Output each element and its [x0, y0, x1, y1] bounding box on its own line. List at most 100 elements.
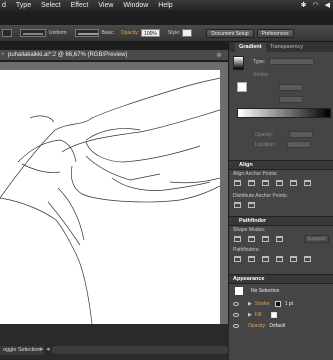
expand-triangle-icon[interactable]: ▶: [248, 301, 252, 307]
document-close-icon[interactable]: ⊗: [216, 51, 222, 59]
selection-thumbnail: [235, 287, 243, 295]
divide-icon[interactable]: [234, 256, 241, 262]
appearance-opacity-value: Default: [269, 322, 286, 329]
distribute-horizontal-icon[interactable]: [234, 202, 241, 208]
document-tab[interactable]: × puhallakaikki.ai*:2 @ 66,67% (RGB/Prev…: [0, 50, 228, 61]
appearance-stroke-row[interactable]: ▶ Stroke: 1 pt: [229, 298, 333, 309]
gradient-panel-tabs: Gradient Transparency: [229, 42, 333, 52]
distribute-anchor-points-label: Distribute Anchor Points:: [233, 193, 288, 199]
appearance-selection-row: No Selection: [229, 284, 333, 298]
selection-tool-status[interactable]: oggle Selection: [0, 346, 44, 355]
pathfinder-panel-title: Pathfinder: [239, 218, 267, 224]
brush-dropdown[interactable]: [74, 29, 99, 37]
style-swatch[interactable]: [182, 29, 193, 37]
gradient-type-label: Type:: [253, 58, 266, 65]
fill-stroke-swatch[interactable]: [237, 82, 247, 92]
align-panel-header[interactable]: Align: [229, 160, 333, 170]
menu-bar: d Type Select Effect View Window Help ✱ …: [0, 0, 333, 11]
canvas-area[interactable]: [0, 62, 228, 324]
menu-effect[interactable]: Effect: [71, 2, 89, 9]
brush-label[interactable]: Basic: [102, 30, 114, 36]
fill-none-swatch[interactable]: [270, 311, 277, 318]
stroke-color-swatch[interactable]: [274, 300, 281, 307]
align-top-icon[interactable]: [276, 180, 283, 186]
artboard[interactable]: [0, 70, 220, 324]
gradient-angle-field[interactable]: [279, 84, 303, 91]
bluetooth-icon[interactable]: ✱: [301, 1, 307, 9]
appearance-fill-row[interactable]: ▶ Fill:: [229, 309, 333, 320]
volume-icon[interactable]: ◀: [325, 1, 330, 9]
menu-edit[interactable]: d: [2, 2, 6, 9]
exclude-icon[interactable]: [276, 236, 283, 242]
visibility-eye-icon[interactable]: [233, 301, 239, 306]
distribute-vertical-icon[interactable]: [248, 202, 255, 208]
trim-icon[interactable]: [248, 256, 255, 262]
menu-view[interactable]: View: [98, 2, 113, 9]
tab-gradient[interactable]: Gradient: [235, 43, 266, 52]
menu-window[interactable]: Window: [123, 2, 148, 9]
merge-icon[interactable]: [262, 256, 269, 262]
horizontal-scrollbar[interactable]: [52, 346, 228, 354]
wifi-icon[interactable]: ◠: [313, 1, 319, 9]
variable-width-dropdown[interactable]: [20, 29, 46, 37]
scroll-left-icon[interactable]: ◂: [46, 345, 50, 353]
appearance-fill-label[interactable]: Fill:: [255, 312, 263, 318]
close-tab-icon[interactable]: ×: [1, 52, 5, 58]
align-icons-row: [234, 178, 333, 188]
unite-icon[interactable]: [234, 236, 241, 242]
document-tab-title[interactable]: puhallakaikki.ai*:2 @ 66,67% (RGB/Previe…: [8, 52, 127, 58]
tab-transparency[interactable]: Transparency: [266, 43, 307, 52]
align-panel-title: Align: [239, 162, 253, 168]
brush-line-icon: [77, 33, 98, 35]
pathfinder-panel-header[interactable]: Pathfinder: [229, 216, 333, 226]
align-right-icon[interactable]: [262, 180, 269, 186]
menu-type[interactable]: Type: [16, 2, 31, 9]
align-bottom-icon[interactable]: [304, 180, 311, 186]
stroke-weight-field[interactable]: [2, 29, 12, 37]
status-arrow-icon[interactable]: ▸: [40, 345, 44, 353]
gradient-type-dropdown[interactable]: [269, 58, 315, 65]
appearance-panel-header[interactable]: Appearance: [229, 274, 333, 284]
appearance-panel-title: Appearance: [233, 276, 265, 282]
expand-triangle-icon[interactable]: ▶: [248, 312, 252, 318]
gradient-thumbnail[interactable]: [233, 56, 244, 70]
minus-front-icon[interactable]: [248, 236, 255, 242]
pathfinders-label: Pathfinders:: [233, 247, 260, 253]
opacity-field[interactable]: 100%: [141, 29, 160, 37]
gradient-opacity-field[interactable]: [289, 131, 314, 138]
appearance-opacity-row[interactable]: Opacity: Default: [229, 320, 333, 331]
pathfinders-row: [234, 254, 333, 264]
align-center-icon[interactable]: [248, 180, 255, 186]
right-panel-dock: Gradient Transparency Type: Stroke: Opac…: [229, 42, 333, 360]
distribute-icons-row: [234, 200, 333, 210]
crop-icon[interactable]: [276, 256, 283, 262]
align-left-icon[interactable]: [234, 180, 241, 186]
gradient-aspect-field[interactable]: [279, 96, 303, 103]
stroke-weight-value[interactable]: 1 pt: [285, 301, 293, 307]
gradient-stroke-label: Stroke:: [253, 71, 269, 78]
document-setup-button[interactable]: Document Setup: [206, 28, 254, 38]
align-middle-icon[interactable]: [290, 180, 297, 186]
expand-button[interactable]: Expand: [304, 235, 329, 243]
visibility-eye-icon[interactable]: [233, 312, 239, 317]
intersect-icon[interactable]: [262, 236, 269, 242]
visibility-eye-icon[interactable]: [233, 323, 239, 328]
appearance-opacity-label[interactable]: Opacity:: [248, 323, 266, 329]
outline-icon[interactable]: [290, 256, 297, 262]
menu-help[interactable]: Help: [158, 2, 172, 9]
gradient-location-label: Location:: [255, 141, 276, 148]
shape-modes-row: Expand: [234, 234, 333, 244]
opacity-label[interactable]: Opacity:: [121, 30, 139, 36]
menu-select[interactable]: Select: [41, 2, 60, 9]
appearance-stroke-label[interactable]: Stroke:: [255, 301, 271, 307]
preferences-button[interactable]: Preferences: [256, 28, 294, 38]
gradient-slider[interactable]: [237, 108, 331, 118]
gradient-opacity-label: Opacity:: [255, 131, 274, 138]
minus-back-icon[interactable]: [304, 256, 311, 262]
line-drawing[interactable]: [0, 70, 220, 324]
no-selection-label: No Selection: [251, 288, 280, 294]
control-bar: Uniform Basic Opacity: 100% Style: Docum…: [0, 25, 333, 42]
style-label: Style:: [167, 30, 181, 36]
stroke-profile-label[interactable]: Uniform: [49, 30, 67, 36]
gradient-location-field[interactable]: [287, 141, 312, 148]
